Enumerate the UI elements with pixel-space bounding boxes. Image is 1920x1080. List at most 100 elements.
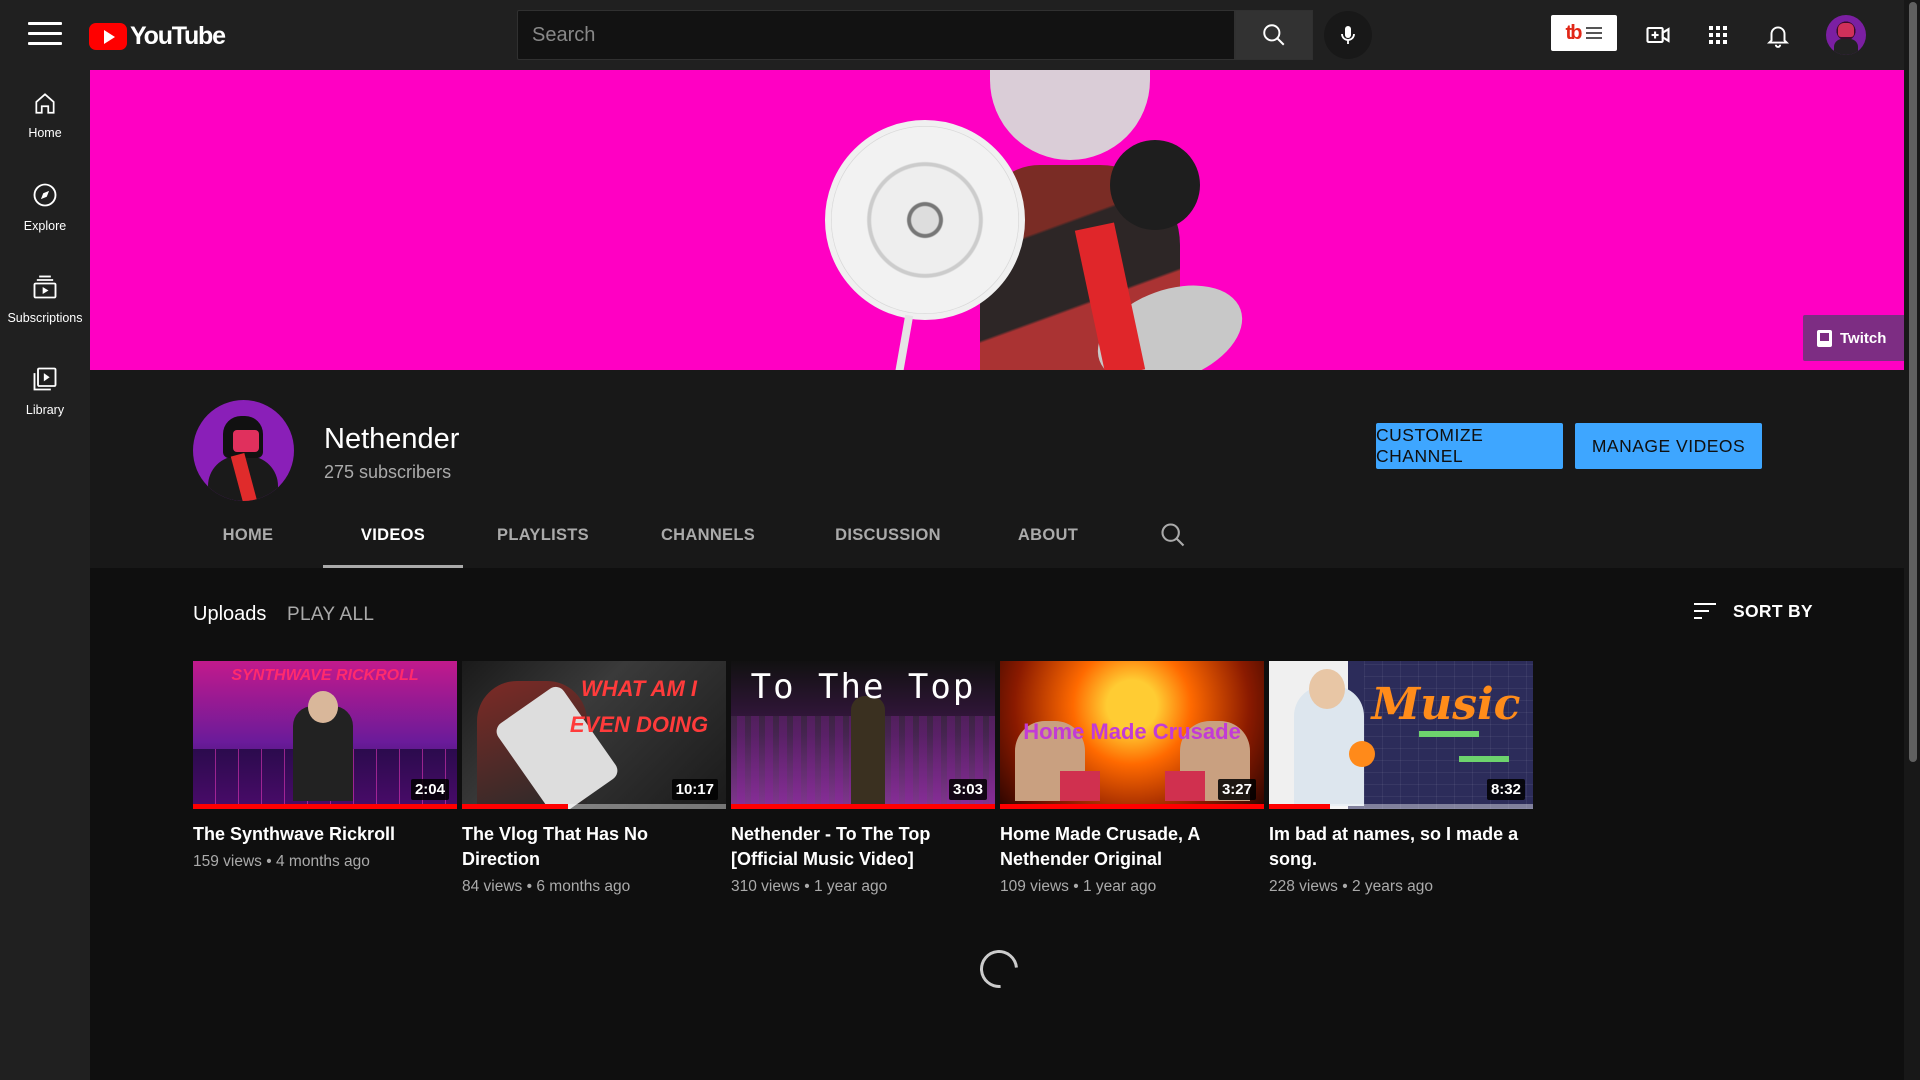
bell-icon[interactable] bbox=[1760, 17, 1796, 53]
sidebar-item-subscriptions[interactable]: Subscriptions bbox=[0, 259, 90, 339]
tubebuddy-extension-button[interactable]: tb bbox=[1551, 15, 1617, 51]
video-duration: 10:17 bbox=[671, 779, 718, 800]
channel-header: Nethender 275 subscribers CUSTOMIZE CHAN… bbox=[90, 370, 1904, 568]
banner-art-fan-stand bbox=[894, 314, 914, 370]
sort-icon bbox=[1694, 603, 1716, 619]
video-title[interactable]: Home Made Crusade, A Nethender Original bbox=[1000, 822, 1250, 872]
video-views: 109 views bbox=[1000, 878, 1069, 895]
banner-art-head bbox=[1110, 140, 1200, 230]
channel-tabs: HOME VIDEOS PLAYLISTS CHANNELS DISCUSSIO… bbox=[90, 503, 1904, 568]
thumbnail-text: WHAT AM I EVEN DOING bbox=[569, 676, 709, 737]
mic-icon bbox=[1341, 26, 1355, 44]
video-age: 4 months ago bbox=[275, 853, 370, 870]
sidebar-item-home[interactable]: Home bbox=[0, 75, 90, 155]
video-age: 1 year ago bbox=[813, 878, 888, 895]
channel-avatar[interactable] bbox=[193, 400, 294, 501]
sidebar-item-label: Home bbox=[28, 126, 62, 140]
video-duration: 2:04 bbox=[410, 779, 449, 800]
page-scrollbar[interactable] bbox=[1904, 0, 1920, 1080]
video-views: 310 views bbox=[731, 878, 800, 895]
tab-videos[interactable]: VIDEOS bbox=[323, 503, 463, 568]
video-age: 6 months ago bbox=[536, 878, 631, 895]
library-icon bbox=[33, 367, 57, 391]
banner-links: Twitch bbox=[1803, 315, 1904, 361]
compass-icon bbox=[33, 183, 57, 207]
video-age: 2 years ago bbox=[1351, 878, 1433, 895]
channel-banner: Twitch bbox=[90, 70, 1904, 370]
video-card[interactable]: Music 8:32 Im bad at names, so I made a … bbox=[1269, 661, 1533, 896]
video-meta: 109 views • 1 year ago bbox=[1000, 878, 1157, 895]
banner-art-fan bbox=[825, 120, 1025, 320]
thumbnail-text: Music bbox=[1371, 679, 1521, 730]
video-thumbnail[interactable]: Home Made Crusade 3:27 bbox=[1000, 661, 1264, 809]
logo-text: YouTube bbox=[130, 22, 226, 50]
youtube-logo[interactable]: YouTube bbox=[89, 22, 226, 51]
thumbnail-text: SYNTHWAVE RICKROLL bbox=[231, 667, 419, 684]
thumbnail-text: To The Top bbox=[750, 667, 976, 707]
video-title[interactable]: The Vlog That Has No Direction bbox=[462, 822, 712, 872]
apps-grid-icon[interactable] bbox=[1700, 17, 1736, 53]
video-duration: 3:27 bbox=[1217, 779, 1256, 800]
tab-playlists[interactable]: PLAYLISTS bbox=[483, 503, 603, 568]
video-meta: 228 views • 2 years ago bbox=[1269, 878, 1433, 895]
video-card[interactable]: Home Made Crusade 3:27 Home Made Crusade… bbox=[1000, 661, 1264, 896]
video-card[interactable]: WHAT AM I EVEN DOING 10:17 The Vlog That… bbox=[462, 661, 726, 896]
twitch-icon[interactable] bbox=[1817, 329, 1832, 347]
tab-discussion[interactable]: DISCUSSION bbox=[813, 503, 963, 568]
sort-by-label: SORT BY bbox=[1733, 600, 1813, 621]
video-age: 1 year ago bbox=[1082, 878, 1157, 895]
account-avatar[interactable] bbox=[1826, 15, 1866, 55]
top-bar: YouTube tb bbox=[0, 0, 1904, 70]
menu-icon[interactable] bbox=[28, 22, 62, 48]
sidebar-item-library[interactable]: Library bbox=[0, 351, 90, 431]
tab-home[interactable]: HOME bbox=[193, 503, 303, 568]
video-views: 228 views bbox=[1269, 878, 1338, 895]
customize-channel-button[interactable]: CUSTOMIZE CHANNEL bbox=[1376, 423, 1563, 469]
video-duration: 8:32 bbox=[1486, 779, 1525, 800]
search-icon bbox=[1263, 24, 1285, 46]
video-meta: 84 views • 6 months ago bbox=[462, 878, 631, 895]
watch-progress-bar bbox=[731, 804, 995, 809]
search-button[interactable] bbox=[1235, 10, 1313, 60]
video-views: 159 views bbox=[193, 853, 262, 870]
video-duration: 3:03 bbox=[948, 779, 987, 800]
tab-about[interactable]: ABOUT bbox=[993, 503, 1103, 568]
tubebuddy-logo: tb bbox=[1565, 21, 1583, 44]
video-title[interactable]: The Synthwave Rickroll bbox=[193, 822, 443, 847]
sidebar-item-label: Library bbox=[25, 403, 65, 417]
video-card[interactable]: To The Top 3:03 Nethender - To The Top [… bbox=[731, 661, 995, 896]
youtube-play-icon bbox=[89, 23, 127, 50]
home-icon bbox=[35, 93, 55, 114]
create-video-icon[interactable] bbox=[1640, 17, 1676, 53]
sidebar-item-label: Subscriptions bbox=[7, 311, 83, 325]
search-box bbox=[517, 10, 1235, 60]
video-title[interactable]: Im bad at names, so I made a song. bbox=[1269, 822, 1519, 872]
subscriber-count: 275 subscribers bbox=[324, 462, 452, 482]
watch-progress-bar bbox=[193, 804, 457, 809]
tab-channels[interactable]: CHANNELS bbox=[643, 503, 773, 568]
play-all-button[interactable]: PLAY ALL bbox=[287, 604, 374, 626]
scrollbar-thumb[interactable] bbox=[1909, 2, 1917, 762]
sort-by-button[interactable]: SORT BY bbox=[1692, 600, 1813, 622]
sidebar: Home Explore Subscriptions Library bbox=[0, 70, 90, 1080]
video-views: 84 views bbox=[462, 878, 523, 895]
video-meta: 159 views • 4 months ago bbox=[193, 853, 370, 870]
video-meta: 310 views • 1 year ago bbox=[731, 878, 888, 895]
video-thumbnail[interactable]: WHAT AM I EVEN DOING 10:17 bbox=[462, 661, 726, 809]
video-title[interactable]: Nethender - To The Top [Official Music V… bbox=[731, 822, 981, 872]
watch-progress-bar bbox=[1269, 804, 1533, 809]
voice-search-button[interactable] bbox=[1324, 11, 1372, 59]
twitch-link[interactable]: Twitch bbox=[1840, 330, 1886, 347]
thumbnail-text: Home Made Crusade bbox=[1023, 719, 1241, 744]
video-thumbnail[interactable]: To The Top 3:03 bbox=[731, 661, 995, 809]
sidebar-item-explore[interactable]: Explore bbox=[0, 167, 90, 247]
hamburger-icon bbox=[1586, 24, 1603, 42]
manage-videos-button[interactable]: MANAGE VIDEOS bbox=[1575, 423, 1762, 469]
sidebar-item-label: Explore bbox=[23, 219, 67, 233]
video-thumbnail[interactable]: Music 8:32 bbox=[1269, 661, 1533, 809]
watch-progress-bar bbox=[1000, 804, 1264, 809]
channel-search-icon[interactable] bbox=[1159, 521, 1189, 551]
search-input[interactable] bbox=[518, 11, 1234, 59]
video-thumbnail[interactable]: SYNTHWAVE RICKROLL 2:04 bbox=[193, 661, 457, 809]
video-card[interactable]: SYNTHWAVE RICKROLL 2:04 The Synthwave Ri… bbox=[193, 661, 457, 871]
